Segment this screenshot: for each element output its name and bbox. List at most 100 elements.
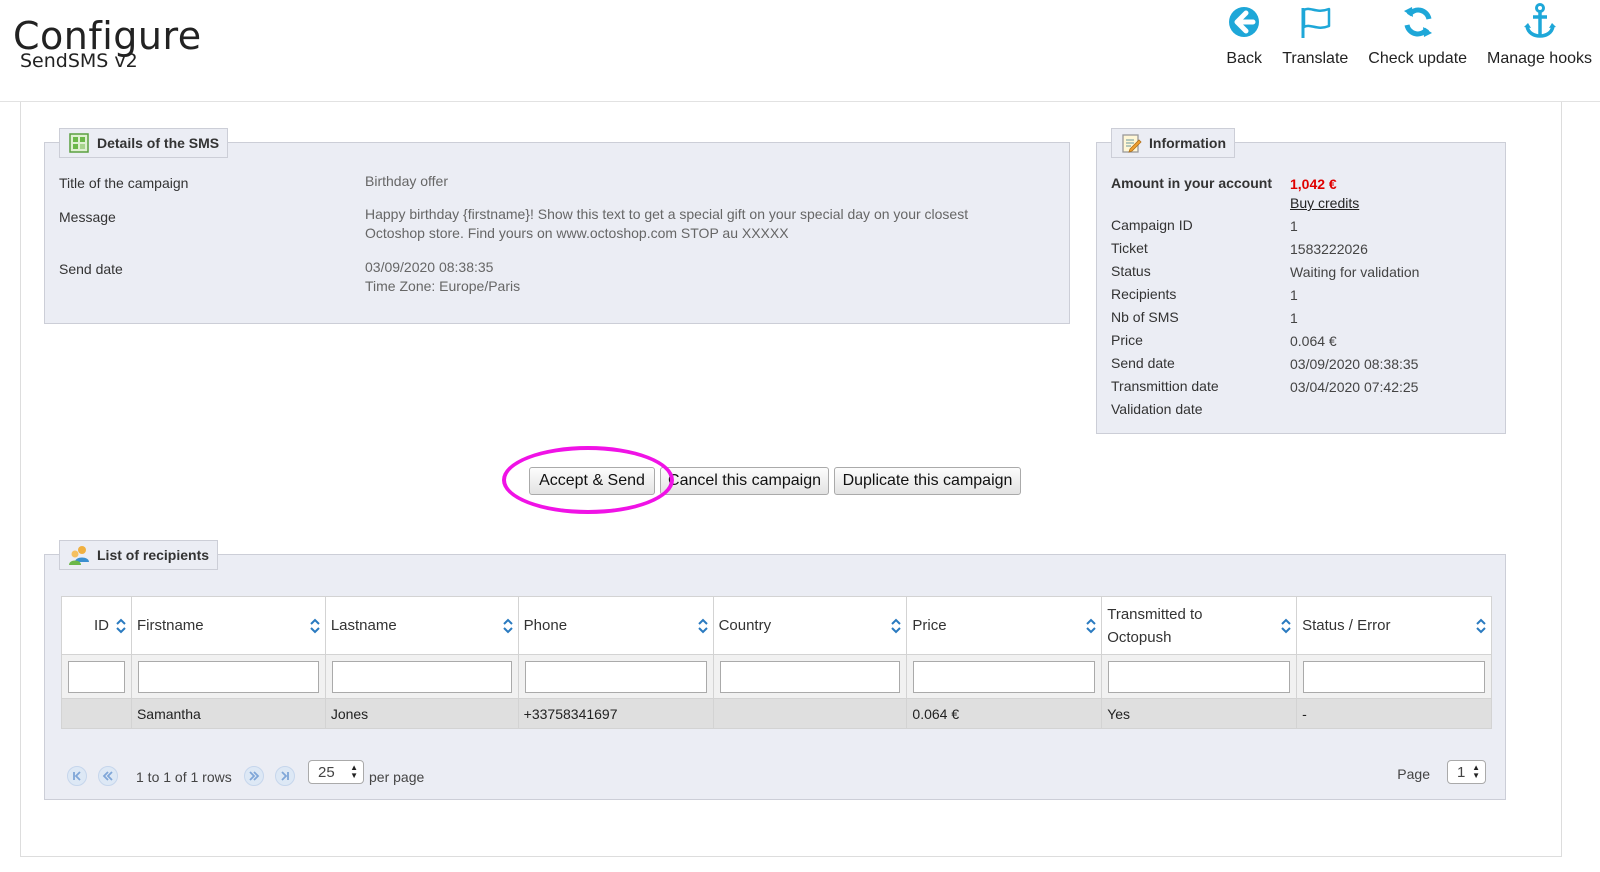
check-update-label: Check update [1368, 50, 1468, 67]
filter-status-input[interactable] [1303, 660, 1485, 693]
manage-hooks-button[interactable]: Manage hooks [1487, 2, 1592, 68]
filter-cell [712, 654, 908, 699]
duplicate-campaign-button[interactable]: Duplicate this campaign [834, 467, 1021, 495]
recipients-table: ID Firstname Lastname Phone Country Pric… [61, 596, 1492, 729]
transmission-date-label: Transmittion date [1111, 378, 1219, 394]
filter-country-input[interactable] [719, 660, 901, 693]
column-header-transmitted[interactable]: Transmitted to Octopush [1101, 596, 1298, 655]
recipients-label: Recipients [1111, 286, 1177, 302]
back-button[interactable]: Back [1226, 2, 1262, 68]
information-box: Information Amount in your account 1,042… [1096, 128, 1506, 434]
column-header-lastname[interactable]: Lastname [324, 596, 519, 655]
cell-price: 0.064 € [906, 698, 1103, 729]
ticket-label: Ticket [1111, 240, 1148, 256]
page-subtitle: SendSMS v2 [20, 50, 138, 72]
users-icon [69, 546, 89, 565]
filter-lastname-input[interactable] [331, 660, 512, 693]
sort-icon [502, 618, 513, 633]
cell-phone: +33758341697 [517, 698, 714, 729]
recipients-box: List of recipients ID Firstname Lastname [44, 540, 1506, 800]
filter-phone-input[interactable] [524, 660, 707, 693]
sort-icon [1476, 618, 1486, 633]
nb-sms-label: Nb of SMS [1111, 309, 1179, 325]
cell-id [61, 698, 132, 729]
send-date-value: 03/09/2020 08:38:35 [365, 259, 494, 275]
price-label: Price [1111, 332, 1143, 348]
cancel-campaign-button[interactable]: Cancel this campaign [660, 467, 829, 495]
page-label: Page [1397, 766, 1430, 782]
column-header-label: Country [718, 617, 772, 634]
pager-summary: 1 to 1 of 1 rows [136, 769, 232, 785]
filter-id-input[interactable] [68, 660, 125, 693]
sms-details-legend-text: Details of the SMS [97, 135, 220, 151]
column-header-label: Status / Error [1302, 617, 1391, 634]
prev-page-button[interactable] [98, 766, 118, 786]
page-header: Configure SendSMS v2 Back Translate Chec… [0, 0, 1600, 102]
pager: 1 to 1 of 1 rows 25 ▲ ▼ per page Page 1 ▲… [61, 760, 1492, 792]
column-header-phone[interactable]: Phone [517, 596, 714, 655]
last-page-icon [281, 771, 289, 781]
column-header-status[interactable]: Status / Error [1296, 596, 1492, 655]
check-update-button[interactable]: Check update [1368, 2, 1467, 68]
recipients-legend-text: List of recipients [97, 547, 210, 563]
last-page-button[interactable] [275, 766, 295, 786]
sort-icon [310, 618, 320, 633]
column-header-id[interactable]: ID [61, 596, 132, 655]
prev-page-icon [102, 771, 113, 781]
info-send-date-value: 03/09/2020 08:38:35 [1290, 356, 1419, 372]
translate-label: Translate [1282, 50, 1349, 67]
sort-icon [1281, 618, 1291, 633]
select-arrows-icon: ▲ ▼ [350, 763, 358, 780]
page-select[interactable]: 1 ▲ ▼ [1447, 760, 1486, 784]
first-page-button[interactable] [67, 766, 87, 786]
filter-firstname-input[interactable] [137, 660, 319, 693]
ticket-value: 1583222026 [1290, 241, 1368, 257]
anchor-icon [1523, 3, 1556, 38]
price-value: 0.064 € [1290, 333, 1337, 349]
first-page-icon [73, 771, 81, 781]
column-header-label: Price [912, 617, 947, 634]
filter-cell [906, 654, 1103, 699]
filter-cell [517, 654, 714, 699]
message-line-1: Happy birthday {firstname}! Show this te… [365, 206, 969, 222]
buy-credits-link[interactable]: Buy credits [1290, 195, 1359, 211]
filter-price-input[interactable] [913, 660, 1096, 693]
information-legend: Information [1111, 128, 1235, 158]
column-header-label: ID [93, 617, 109, 634]
campaign-title-value: Birthday offer [365, 173, 449, 189]
refresh-icon [1403, 7, 1432, 37]
nb-sms-value: 1 [1290, 310, 1298, 326]
accept-send-button[interactable]: Accept & Send [529, 467, 655, 495]
column-header-label: Lastname [330, 617, 397, 634]
campaign-id-label: Campaign ID [1111, 217, 1193, 233]
filter-cell [1101, 654, 1298, 699]
next-page-button[interactable] [244, 766, 264, 786]
column-header-label: Firstname [136, 617, 204, 634]
back-arrow-icon [1229, 7, 1260, 37]
sort-icon [116, 618, 126, 633]
per-page-select[interactable]: 25 ▲ ▼ [308, 760, 364, 784]
time-zone-value: Time Zone: Europe/Paris [365, 278, 521, 294]
translate-button[interactable]: Translate [1282, 2, 1348, 68]
column-header-firstname[interactable]: Firstname [130, 596, 326, 655]
next-page-icon [249, 771, 260, 781]
flag-icon [1301, 7, 1331, 38]
sort-icon [1086, 618, 1096, 633]
filter-transmitted-input[interactable] [1108, 660, 1291, 693]
column-header-price[interactable]: Price [906, 596, 1103, 655]
campaign-id-value: 1 [1290, 218, 1298, 234]
message-line-2: Octoshop store. Find yours on www.octosh… [365, 225, 789, 241]
amount-label: Amount in your account [1111, 175, 1272, 191]
back-label: Back [1226, 50, 1262, 67]
validation-date-label: Validation date [1111, 401, 1203, 417]
column-header-country[interactable]: Country [712, 596, 908, 655]
sms-details-icon [69, 133, 89, 153]
information-legend-text: Information [1149, 135, 1226, 151]
recipients-value: 1 [1290, 287, 1298, 303]
filter-cell [130, 654, 326, 699]
cell-status: - [1296, 698, 1492, 729]
message-label: Message [59, 209, 116, 225]
page-value: 1 [1457, 763, 1466, 781]
per-page-value: 25 [318, 763, 335, 781]
table-row[interactable]: Samantha Jones +33758341697 0.064 € Yes … [61, 698, 1492, 729]
